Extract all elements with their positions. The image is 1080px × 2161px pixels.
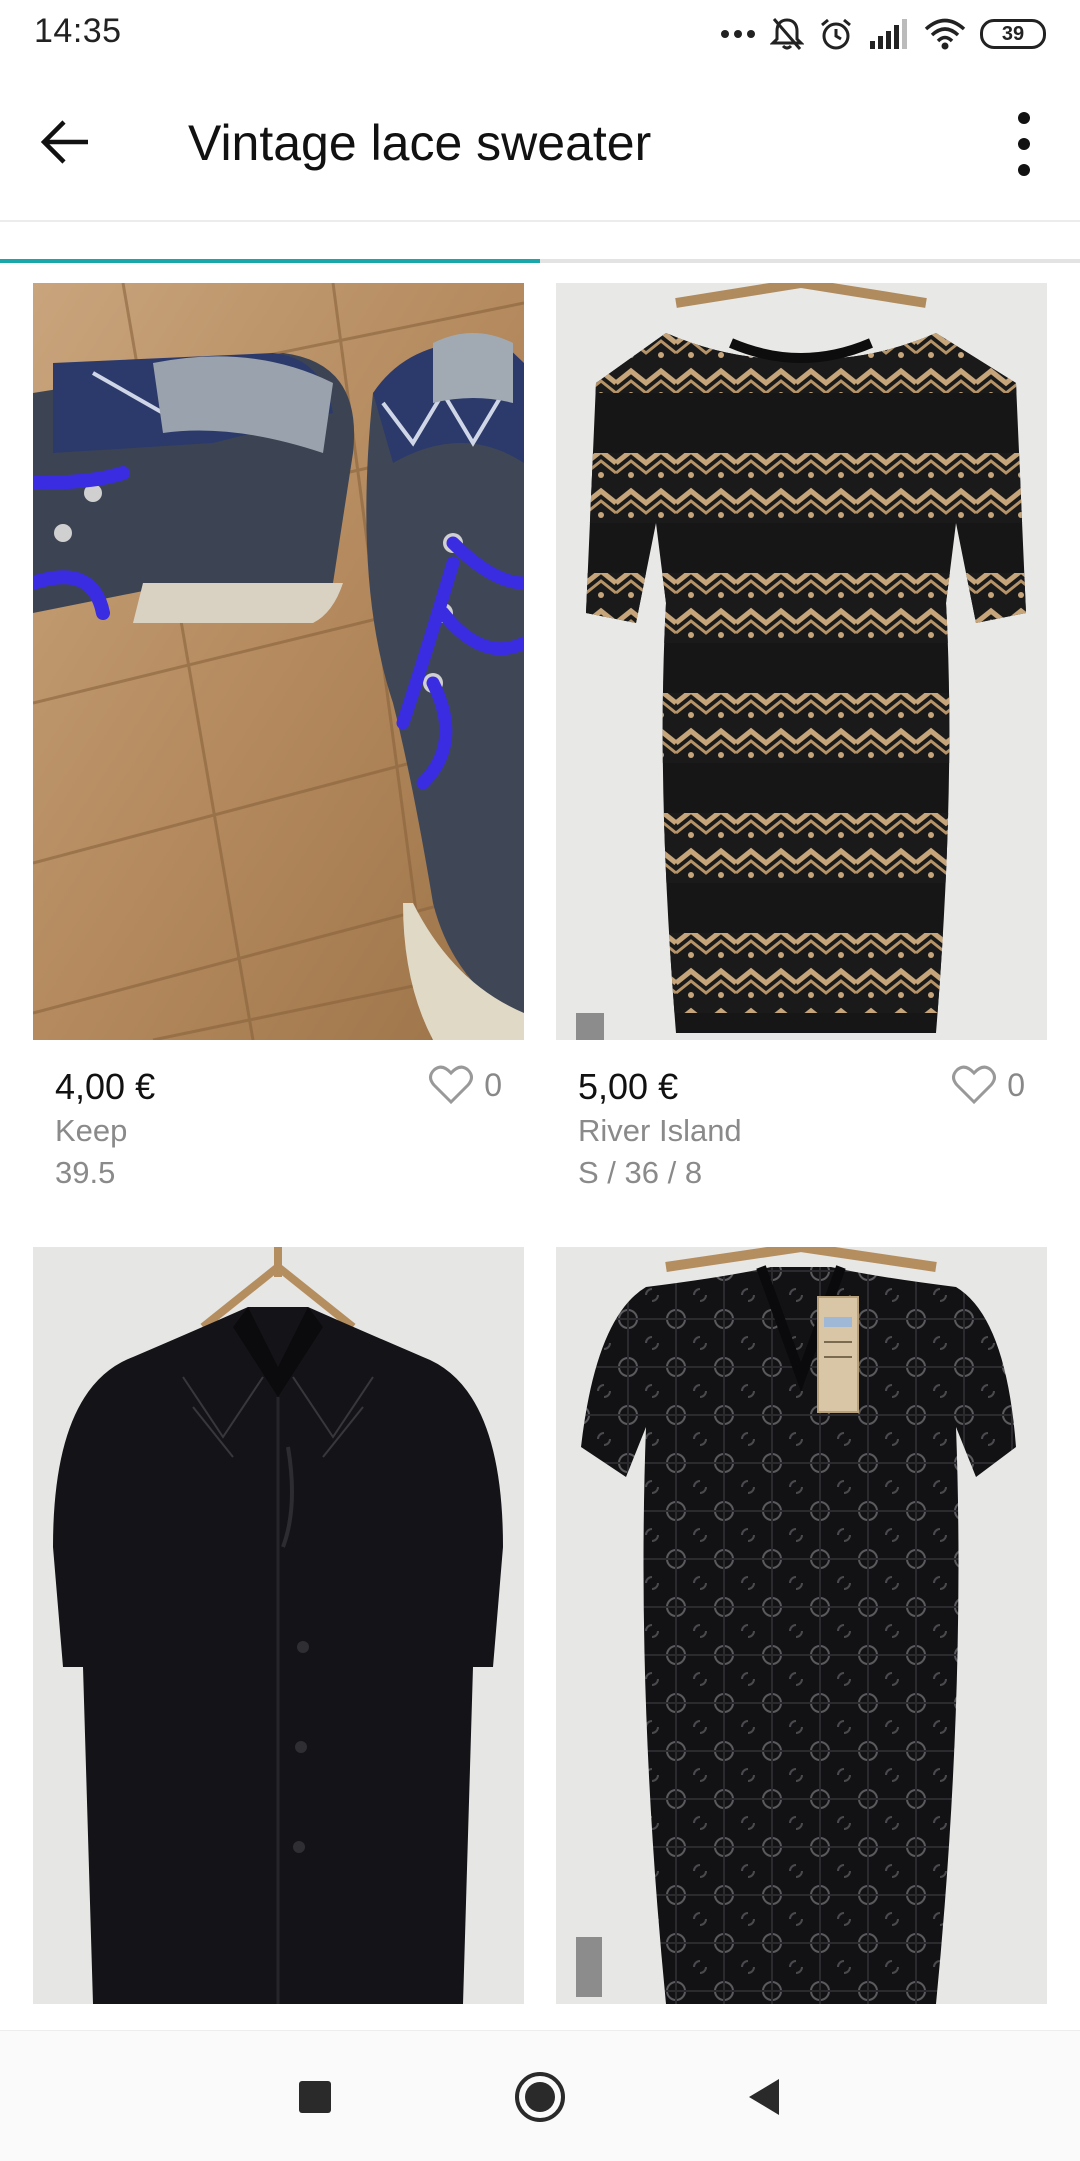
item-price: 4,00 € [55,1066,156,1107]
lace-dress-photo[interactable] [556,283,1047,1040]
signal-icon [870,19,907,49]
loading-progress-bar [0,259,1080,263]
favorite-count: 0 [1007,1066,1025,1103]
bell-off-icon [770,18,804,50]
back-button[interactable] [34,110,98,174]
item-size: 39.5 [55,1155,116,1190]
favorite-button[interactable]: 0 [428,1063,502,1107]
sneakers-photo[interactable] [33,283,524,1040]
home-button[interactable] [510,2067,570,2127]
favorite-button[interactable]: 0 [951,1063,1025,1107]
more-dots-icon [721,30,755,38]
wifi-icon [924,18,966,50]
alarm-icon [821,18,851,50]
black-blouse-image [33,1247,524,2004]
status-bar: 14:35 39 [0,0,1080,66]
system-nav-bar [0,2030,1080,2161]
heart-outline-icon [952,1065,997,1105]
triangle-back-icon [749,2079,779,2115]
status-time: 14:35 [34,12,122,50]
progress-fill [0,259,540,263]
item-brand: River Island [578,1113,742,1148]
square-icon [299,2081,331,2113]
sneakers-image [33,283,524,1040]
item-price: 5,00 € [578,1066,679,1107]
page-title: Vintage lace sweater [188,115,652,171]
lace-dress-image [556,283,1047,1040]
heart-outline-icon [429,1065,474,1105]
item-size: S / 36 / 8 [578,1155,703,1190]
favorite-count: 0 [484,1066,502,1103]
battery-indicator: 39 [980,19,1046,49]
status-icons: 39 [720,12,1046,56]
circle-icon [515,2072,565,2122]
crochet-dress-photo[interactable] [556,1247,1047,2004]
arrow-left-icon [40,120,88,164]
back-nav-button[interactable] [735,2067,795,2127]
recents-button[interactable] [285,2067,345,2127]
black-blouse-photo[interactable] [33,1247,524,2004]
more-vertical-icon [1018,112,1030,176]
item-brand: Keep [55,1113,128,1148]
crochet-dress-image [556,1247,1047,2004]
more-options-button[interactable] [992,106,1056,182]
app-bar: Vintage lace sweater [0,66,1080,222]
